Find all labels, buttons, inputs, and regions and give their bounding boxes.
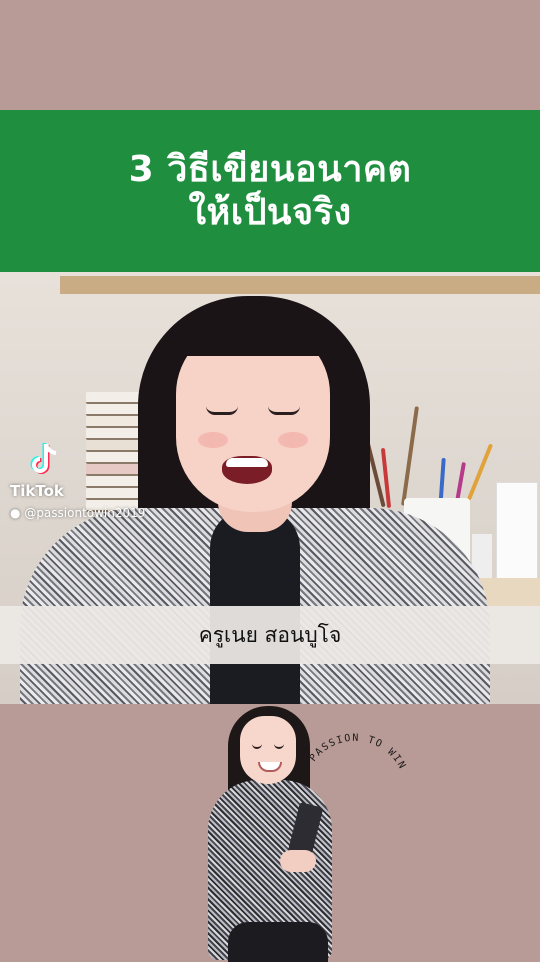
photo-hands — [280, 850, 316, 872]
right-cheek — [278, 432, 308, 448]
photo-face — [240, 716, 296, 784]
right-eye — [268, 406, 300, 415]
photo-left-eye — [252, 744, 262, 749]
tiktok-handle: ● @passiontowin2019 — [10, 506, 145, 520]
tiktok-logo-icon — [30, 443, 57, 474]
svg-text:PASSION TO WIN: PASSION TO WIN — [308, 733, 408, 772]
passion-logo-text: PASSION TO WIN — [308, 733, 407, 772]
caption-bar: ครูเนย สอนบูโจ — [0, 606, 540, 664]
photo-right-eye — [274, 744, 284, 749]
title-line-2: ให้เป็นจริง — [188, 192, 352, 233]
handle-text: @passiontowin2019 — [24, 506, 146, 520]
video-frame[interactable]: TikTok ● @passiontowin2019 ครูเนย สอนบูโ… — [0, 272, 540, 704]
speaker-bangs — [176, 312, 330, 356]
title-line-1: 3 วิธีเขียนอนาคต — [128, 148, 412, 190]
tiktok-wordmark: TikTok — [10, 482, 64, 500]
person-icon: ● — [10, 506, 21, 520]
photo-pants — [228, 922, 328, 962]
photo-smile — [258, 762, 282, 772]
passion-to-win-logo: PASSION TO WIN — [308, 733, 408, 772]
left-cheek — [198, 432, 228, 448]
left-eye — [206, 406, 238, 415]
mouth — [222, 456, 272, 484]
title-banner: 3 วิธีเขียนอนาคต ให้เป็นจริง — [0, 110, 540, 272]
caption-name: ครูเนย สอนบูโจ — [198, 622, 342, 647]
